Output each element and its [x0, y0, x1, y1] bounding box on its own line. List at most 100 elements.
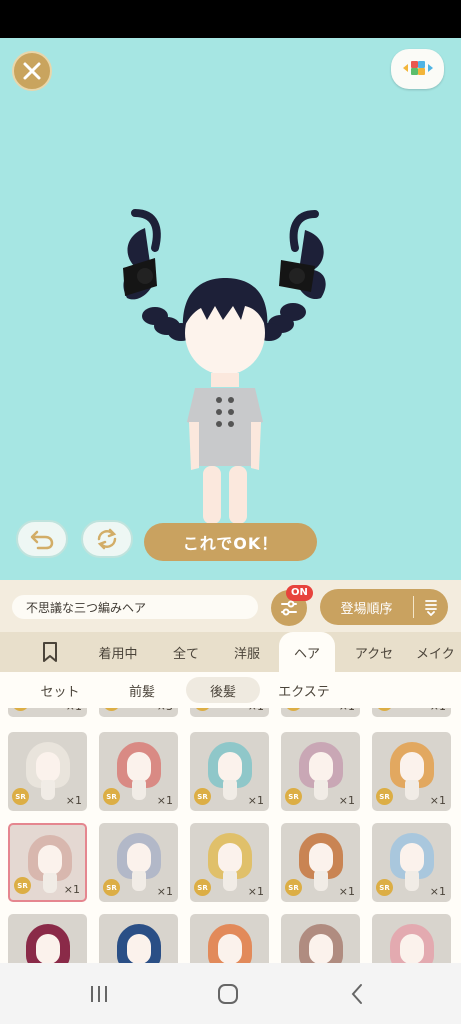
tab-makeup[interactable]: メイク [416, 632, 461, 672]
mannequin-stand [132, 780, 146, 800]
back-icon [351, 984, 362, 1004]
subtab-extension[interactable]: エクステ [266, 677, 342, 703]
mannequin-stand [405, 871, 419, 891]
rarity-badge: SR [103, 788, 120, 805]
color-grid-icon [402, 61, 433, 75]
item-card[interactable]: SR ×1 [190, 823, 269, 902]
recent-apps-button[interactable] [84, 981, 114, 1007]
rarity-badge: SR [285, 788, 302, 805]
item-card[interactable] [99, 914, 178, 963]
rotate-icon [97, 528, 117, 550]
category-tabs: 着用中 全て 洋服 ヘア アクセ メイク [0, 632, 461, 672]
item-quantity: ×1 [63, 883, 80, 896]
undo-icon [30, 530, 54, 550]
tab-accessory[interactable]: アクセ [343, 632, 405, 672]
item-card[interactable] [8, 914, 87, 963]
avatar-stage: これでOK！ [0, 38, 461, 580]
item-quantity: ×1 [156, 885, 173, 898]
system-nav-bar [0, 963, 461, 1024]
mannequin-stand [314, 780, 328, 800]
subtab-back-hair[interactable]: 後髪 [186, 677, 260, 703]
layout-toggle-button[interactable] [391, 49, 444, 89]
rarity-badge: SR [103, 708, 120, 711]
rarity-badge: SR [285, 879, 302, 896]
item-quantity: ×1 [338, 794, 355, 807]
item-card[interactable]: SR ×1 [99, 823, 178, 902]
mannequin-stand [405, 780, 419, 800]
item-card[interactable]: SR ×1 [281, 823, 360, 902]
avatar-figure [123, 209, 326, 524]
item-card[interactable] [190, 914, 269, 963]
filter-on-badge: ON [286, 585, 313, 601]
item-card[interactable]: SR ×1 [190, 732, 269, 811]
close-button[interactable] [12, 51, 52, 91]
sort-button[interactable]: 登場順序 [320, 589, 448, 625]
rarity-badge: SR [194, 788, 211, 805]
mannequin-face [309, 843, 333, 873]
mannequin-face [127, 752, 151, 782]
item-card-selected[interactable]: SR ×1 [8, 823, 87, 902]
recent-apps-icon [91, 986, 107, 1002]
rarity-badge: SR [376, 788, 393, 805]
item-quantity: ×3 [157, 708, 173, 713]
item-card[interactable]: SR ×3 [99, 708, 178, 717]
subtab-set[interactable]: セット [22, 677, 98, 703]
item-card[interactable]: SR ×1 [372, 708, 451, 717]
item-quantity: ×1 [156, 794, 173, 807]
item-card[interactable]: SR ×1 [281, 732, 360, 811]
undo-button[interactable] [16, 520, 68, 558]
mannequin-face [309, 934, 333, 963]
info-bar: 不思議な三つ編みヘア ON 登場順序 [0, 580, 461, 632]
bookmark-tab[interactable] [30, 632, 70, 672]
rarity-badge: SR [12, 788, 29, 805]
back-button[interactable] [345, 981, 369, 1007]
mannequin-face [400, 843, 424, 873]
rarity-badge: SR [14, 877, 31, 894]
rarity-badge: SR [194, 879, 211, 896]
item-card[interactable]: SR ×1 [8, 708, 87, 717]
close-icon [23, 62, 41, 80]
bookmark-icon [43, 642, 57, 662]
mannequin-face [38, 845, 62, 875]
mannequin-face [36, 752, 60, 782]
mannequin-face [218, 843, 242, 873]
item-card[interactable]: SR ×1 [8, 732, 87, 811]
confirm-ok-button[interactable]: これでOK！ [144, 523, 317, 561]
item-card[interactable]: SR ×1 [372, 732, 451, 811]
sort-order-icon [414, 598, 448, 616]
item-quantity: ×1 [338, 885, 355, 898]
sort-label: 登場順序 [340, 601, 393, 617]
mannequin-stand [43, 873, 57, 893]
mannequin-stand [41, 780, 55, 800]
item-quantity: ×1 [430, 708, 446, 713]
rarity-badge: SR [376, 708, 393, 711]
home-button[interactable] [214, 981, 242, 1007]
rotate-button[interactable] [81, 520, 133, 558]
subtab-bangs[interactable]: 前髪 [108, 677, 176, 703]
tab-all[interactable]: 全て [160, 632, 212, 672]
mannequin-face [36, 934, 60, 963]
rarity-badge: SR [376, 879, 393, 896]
home-icon [218, 984, 238, 1004]
mannequin-face [400, 752, 424, 782]
sliders-icon [281, 600, 297, 616]
tab-clothes[interactable]: 洋服 [222, 632, 272, 672]
tab-wearing[interactable]: 着用中 [88, 632, 148, 672]
item-quantity: ×1 [65, 794, 82, 807]
item-card[interactable]: SR ×1 [281, 708, 360, 717]
item-card[interactable] [281, 914, 360, 963]
rarity-badge: SR [285, 708, 302, 711]
item-quantity: ×1 [429, 885, 446, 898]
mannequin-face [127, 934, 151, 963]
rarity-badge: SR [103, 879, 120, 896]
item-card[interactable]: SR ×1 [372, 823, 451, 902]
item-card[interactable]: SR ×1 [190, 708, 269, 717]
mannequin-stand [132, 871, 146, 891]
item-card[interactable] [372, 914, 451, 963]
mannequin-stand [223, 780, 237, 800]
item-card[interactable]: SR ×1 [99, 732, 178, 811]
item-quantity: ×1 [339, 708, 355, 713]
status-bar [0, 0, 461, 38]
tab-hair[interactable]: ヘア [279, 632, 335, 672]
mannequin-face [127, 843, 151, 873]
